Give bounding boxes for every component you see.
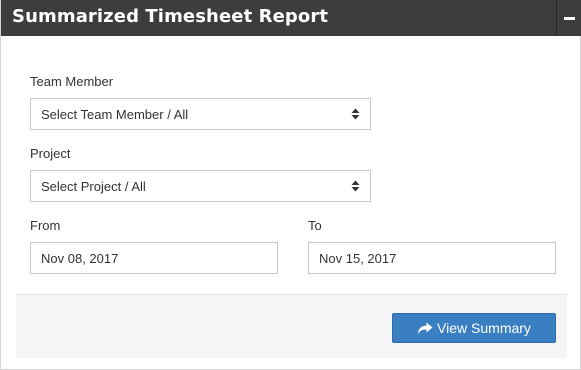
team-member-value: Select Team Member / All [41,106,189,122]
select-arrows-icon [351,180,360,192]
to-label: To [308,218,322,233]
project-value: Select Project / All [41,178,146,194]
panel-title: Summarized Timesheet Report [12,6,329,27]
minus-icon [564,16,575,20]
from-date-value: Nov 08, 2017 [41,250,119,266]
panel-header: Summarized Timesheet Report [1,0,581,36]
share-arrow-icon [417,322,433,334]
project-label: Project [30,146,71,161]
view-summary-label: View Summary [437,320,531,336]
to-date-value: Nov 15, 2017 [319,250,397,266]
select-arrows-icon [351,108,360,120]
from-date-input[interactable]: Nov 08, 2017 [30,242,278,274]
team-member-label: Team Member [30,74,114,89]
report-panel: Summarized Timesheet Report Team Member … [0,0,581,370]
from-label: From [30,218,61,233]
project-select[interactable]: Select Project / All [30,170,371,202]
view-summary-button[interactable]: View Summary [392,313,556,343]
to-date-input[interactable]: Nov 15, 2017 [308,242,556,274]
team-member-select[interactable]: Select Team Member / All [30,98,371,130]
collapse-button[interactable] [556,0,581,36]
